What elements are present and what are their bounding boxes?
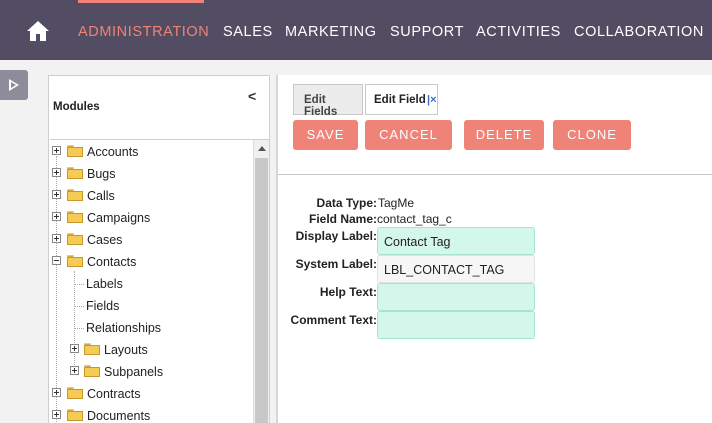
system-label-field: LBL_CONTACT_TAG xyxy=(377,255,535,283)
tree-item-accounts[interactable]: Accounts xyxy=(52,142,252,162)
tree-item-contracts[interactable]: Contracts xyxy=(52,384,252,404)
delete-button[interactable]: DELETE xyxy=(464,120,544,150)
home-icon[interactable] xyxy=(26,19,50,43)
display-label-label: Display Label: xyxy=(295,229,377,243)
field-name-value: contact_tag_c xyxy=(377,212,452,226)
plus-expander-icon[interactable] xyxy=(52,410,61,419)
folder-icon xyxy=(67,145,83,157)
tab-edit-fields[interactable]: Edit Fields xyxy=(293,84,363,118)
tree-item-subpanels[interactable]: Subpanels xyxy=(70,362,250,382)
modules-panel: Modules < Accounts Bugs Calls Campaigns … xyxy=(48,75,270,423)
cancel-button[interactable]: CANCEL xyxy=(365,120,452,150)
clone-button[interactable]: CLONE xyxy=(553,120,631,150)
top-navigation-bar: ADMINISTRATION SALES MARKETING SUPPORT A… xyxy=(0,0,712,60)
active-nav-indicator xyxy=(78,0,204,3)
nav-item-administration[interactable]: ADMINISTRATION xyxy=(78,24,209,40)
plus-expander-icon[interactable] xyxy=(52,168,61,177)
open-folder-icon xyxy=(67,255,83,267)
scroll-up-arrow-icon[interactable] xyxy=(258,146,266,151)
nav-item-collaboration[interactable]: COLLABORATION xyxy=(574,24,704,40)
minus-expander-icon[interactable] xyxy=(52,256,61,265)
tree-item-fields[interactable]: Fields xyxy=(86,296,246,316)
comment-text-input[interactable] xyxy=(377,311,535,339)
comment-text-label: Comment Text: xyxy=(290,313,377,327)
folder-icon xyxy=(67,167,83,179)
folder-icon xyxy=(67,233,83,245)
save-button[interactable]: SAVE xyxy=(293,120,358,150)
help-text-input[interactable] xyxy=(377,283,535,311)
nav-item-activities[interactable]: ACTIVITIES xyxy=(476,24,561,40)
plus-expander-icon[interactable] xyxy=(52,146,61,155)
plus-expander-icon[interactable] xyxy=(52,388,61,397)
field-name-label: Field Name: xyxy=(308,212,377,226)
display-label-input[interactable]: Contact Tag xyxy=(377,227,535,255)
tree-scrollbar[interactable] xyxy=(253,140,269,423)
help-text-label: Help Text: xyxy=(319,285,377,299)
folder-icon xyxy=(67,211,83,223)
data-type-value: TagMe xyxy=(378,196,415,210)
folder-icon xyxy=(84,343,100,355)
tree-item-calls[interactable]: Calls xyxy=(52,186,252,206)
plus-expander-icon[interactable] xyxy=(52,212,61,221)
tree-item-contacts[interactable]: Contacts xyxy=(52,252,252,272)
system-label-label: System Label: xyxy=(295,257,377,271)
tree-item-documents[interactable]: Documents xyxy=(52,406,252,423)
scrollbar-thumb[interactable] xyxy=(255,158,268,423)
modules-title: Modules xyxy=(53,101,100,113)
plus-expander-icon[interactable] xyxy=(70,366,79,375)
folder-icon xyxy=(84,365,100,377)
data-type-label: Data Type: xyxy=(316,196,377,210)
edit-field-panel: Edit Fields Edit Field |× SAVE CANCEL DE… xyxy=(278,75,712,423)
modules-tree: Accounts Bugs Calls Campaigns Cases Cont… xyxy=(50,139,269,423)
section-divider xyxy=(278,174,712,175)
tree-item-campaigns[interactable]: Campaigns xyxy=(52,208,252,228)
tree-item-cases[interactable]: Cases xyxy=(52,230,252,250)
plus-expander-icon[interactable] xyxy=(70,344,79,353)
plus-expander-icon[interactable] xyxy=(52,190,61,199)
folder-icon xyxy=(67,409,83,421)
nav-item-marketing[interactable]: MARKETING xyxy=(285,24,377,40)
collapse-chevron-icon[interactable]: < xyxy=(248,88,256,104)
tree-item-labels[interactable]: Labels xyxy=(86,274,246,294)
folder-icon xyxy=(67,387,83,399)
tree-item-bugs[interactable]: Bugs xyxy=(52,164,252,184)
folder-icon xyxy=(67,189,83,201)
nav-item-support[interactable]: SUPPORT xyxy=(390,24,464,40)
close-tab-icon[interactable]: |× xyxy=(427,94,437,106)
nav-item-sales[interactable]: SALES xyxy=(223,24,273,40)
plus-expander-icon[interactable] xyxy=(52,234,61,243)
tree-item-relationships[interactable]: Relationships xyxy=(86,318,246,338)
tree-item-layouts[interactable]: Layouts xyxy=(70,340,250,360)
tab-edit-field[interactable]: Edit Field |× xyxy=(365,84,438,115)
sidebar-toggle-button[interactable] xyxy=(0,70,28,100)
